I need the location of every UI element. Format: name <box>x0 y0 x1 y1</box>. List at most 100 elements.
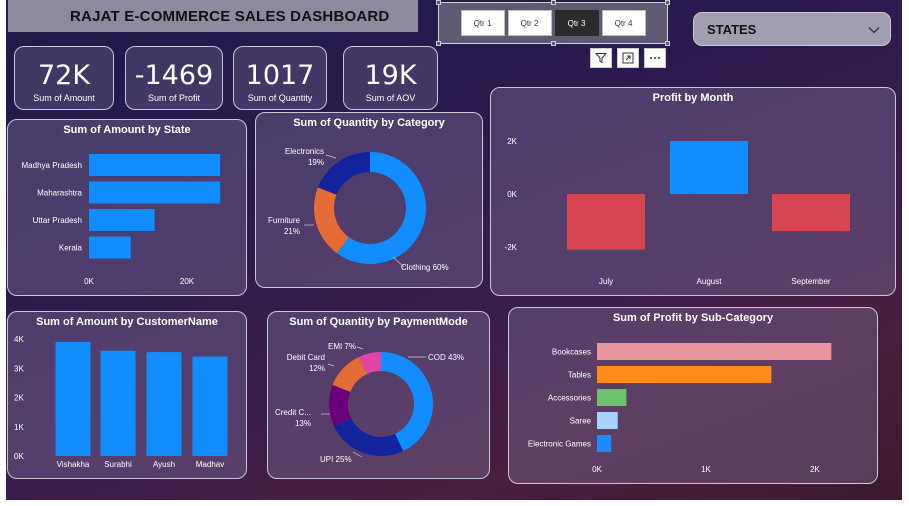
resize-handle[interactable] <box>665 0 670 5</box>
qtr4-button[interactable]: Qtr 4 <box>601 10 646 36</box>
resize-handle[interactable] <box>665 41 670 46</box>
leader-line <box>327 363 335 367</box>
x-tick-label: Vishakha <box>57 460 90 469</box>
x-tick-label: 20K <box>180 277 195 286</box>
chart-quantity-by-paymentmode[interactable]: Sum of Quantity by PaymentMode COD 43% UP… <box>267 311 490 479</box>
more-options-icon[interactable] <box>644 48 666 68</box>
bar <box>146 352 182 456</box>
bar <box>597 412 618 429</box>
x-tick-label: September <box>791 277 830 286</box>
x-tick-label: 1K <box>701 465 711 474</box>
category-label: Uttar Pradesh <box>33 216 82 225</box>
category-label: Maharashtra <box>37 189 82 198</box>
bar <box>772 194 850 232</box>
category-label: Accessories <box>548 394 591 403</box>
qtr3-button[interactable]: Qtr 3 <box>554 10 599 36</box>
slice-label: Debit Card <box>287 353 325 362</box>
x-tick-label: July <box>599 277 613 286</box>
visual-header <box>590 48 666 68</box>
category-label: Saree <box>570 417 592 426</box>
category-label: Bookcases <box>552 348 591 357</box>
states-label: STATES <box>707 21 757 37</box>
y-tick-label: -2K <box>505 243 518 252</box>
slice-label: Credit C... <box>275 408 311 417</box>
x-tick-label: Surabhi <box>104 460 132 469</box>
chart-profit-by-subcategory[interactable]: Sum of Profit by Sub-Category Bookcases T… <box>508 307 878 484</box>
chart-amount-by-customer[interactable]: Sum of Amount by CustomerName 4K 3K 2K 1K 0K… <box>7 311 247 479</box>
kpi-label: Sum of Profit <box>147 93 201 103</box>
donut-slice <box>333 418 404 456</box>
y-tick-label: 2K <box>507 137 517 146</box>
kpi-value: -1469 <box>134 60 214 91</box>
leader-line <box>356 346 364 350</box>
chart-svg: COD 43% UPI 25% Credit C... 13% Debit Card 12… <box>275 342 464 464</box>
slice-label: Electronics <box>285 147 324 156</box>
chevron-down-icon[interactable] <box>868 22 880 37</box>
filter-icon[interactable] <box>590 48 612 68</box>
kpi-label: Sum of Amount <box>33 93 95 103</box>
kpi-card-aov: 19K Sum of AOV <box>343 46 438 110</box>
chart-profit-by-month[interactable]: Profit by Month 2K 0K -2K July August Septemb… <box>490 87 896 296</box>
resize-handle[interactable] <box>551 0 556 5</box>
x-tick-label: August <box>697 277 723 286</box>
y-tick-label: 0K <box>14 452 24 461</box>
bar <box>55 341 91 456</box>
chart-quantity-by-category[interactable]: Sum of Quantity by Category Clothing 60%… <box>255 112 483 288</box>
y-tick-label: 3K <box>14 364 24 373</box>
y-tick-label: 4K <box>14 335 24 344</box>
dashboard-title: RAJAT E-COMMERCE SALES DASHBOARD <box>8 0 418 32</box>
slice-label: Furniture <box>268 216 301 225</box>
bar <box>89 154 221 176</box>
donut-slice <box>314 187 349 254</box>
y-tick-label: 2K <box>14 394 24 403</box>
slice-label: COD 43% <box>428 353 464 362</box>
qtr1-button[interactable]: Qtr 1 <box>460 10 505 36</box>
leader-line <box>352 451 363 458</box>
resize-handle[interactable] <box>551 41 556 46</box>
category-label: Tables <box>568 371 591 380</box>
chart-amount-by-state[interactable]: Sum of Amount by State Madhya Pradesh Mah… <box>7 119 247 296</box>
bar <box>567 194 645 250</box>
kpi-card-profit: -1469 Sum of Profit <box>125 46 223 110</box>
bar <box>89 181 221 204</box>
bar <box>597 343 832 360</box>
bar <box>192 356 228 456</box>
kpi-label: Sum of AOV <box>365 93 416 103</box>
resize-handle[interactable] <box>436 0 441 5</box>
chart-svg: 2K 0K -2K July August September <box>505 137 850 286</box>
slice-percent: 21% <box>284 227 300 236</box>
bar <box>597 366 772 383</box>
bar <box>89 209 155 231</box>
x-tick-label: 2K <box>810 465 820 474</box>
slice-percent: 12% <box>309 364 325 373</box>
chart-svg: Bookcases Tables Accessories Saree Electroni… <box>528 343 832 474</box>
y-tick-label: 1K <box>14 423 24 432</box>
donut-slice <box>317 152 370 195</box>
focus-mode-icon[interactable] <box>617 48 639 68</box>
slice-label: Clothing 60% <box>401 263 449 272</box>
category-label: Kerala <box>59 244 83 253</box>
category-label: Madhya Pradesh <box>22 161 82 170</box>
kpi-value: 19K <box>364 60 417 91</box>
y-tick-label: 0K <box>507 190 517 199</box>
chart-svg: 4K 3K 2K 1K 0K Vishakha Surabhi Ayush Madhav <box>14 335 228 469</box>
x-tick-label: 0K <box>592 465 602 474</box>
qtr2-button[interactable]: Qtr 2 <box>507 10 552 36</box>
x-tick-label: Madhav <box>196 460 224 469</box>
slice-percent: 13% <box>295 419 311 428</box>
states-slicer[interactable]: STATES <box>693 12 891 46</box>
slice-label: UPI 25% <box>320 455 352 464</box>
bar <box>597 435 612 452</box>
bar <box>89 236 131 259</box>
chart-svg: Madhya Pradesh Maharashtra Uttar Pradesh Ke… <box>22 154 221 286</box>
kpi-card-quantity: 1017 Sum of Quantity <box>233 46 327 110</box>
leader-line <box>325 154 337 159</box>
kpi-label: Sum of Quantity <box>247 93 313 103</box>
quarter-slicer[interactable]: Qtr 1 Qtr 2 Qtr 3 Qtr 4 <box>436 0 670 46</box>
resize-handle[interactable] <box>436 41 441 46</box>
kpi-value: 72K <box>37 60 91 91</box>
slice-label: EMI 7% <box>328 342 356 351</box>
x-tick-label: Ayush <box>153 460 175 469</box>
chart-svg: Clothing 60% Furniture 21% Electronics 19% <box>268 147 449 272</box>
kpi-value: 1017 <box>245 60 315 91</box>
